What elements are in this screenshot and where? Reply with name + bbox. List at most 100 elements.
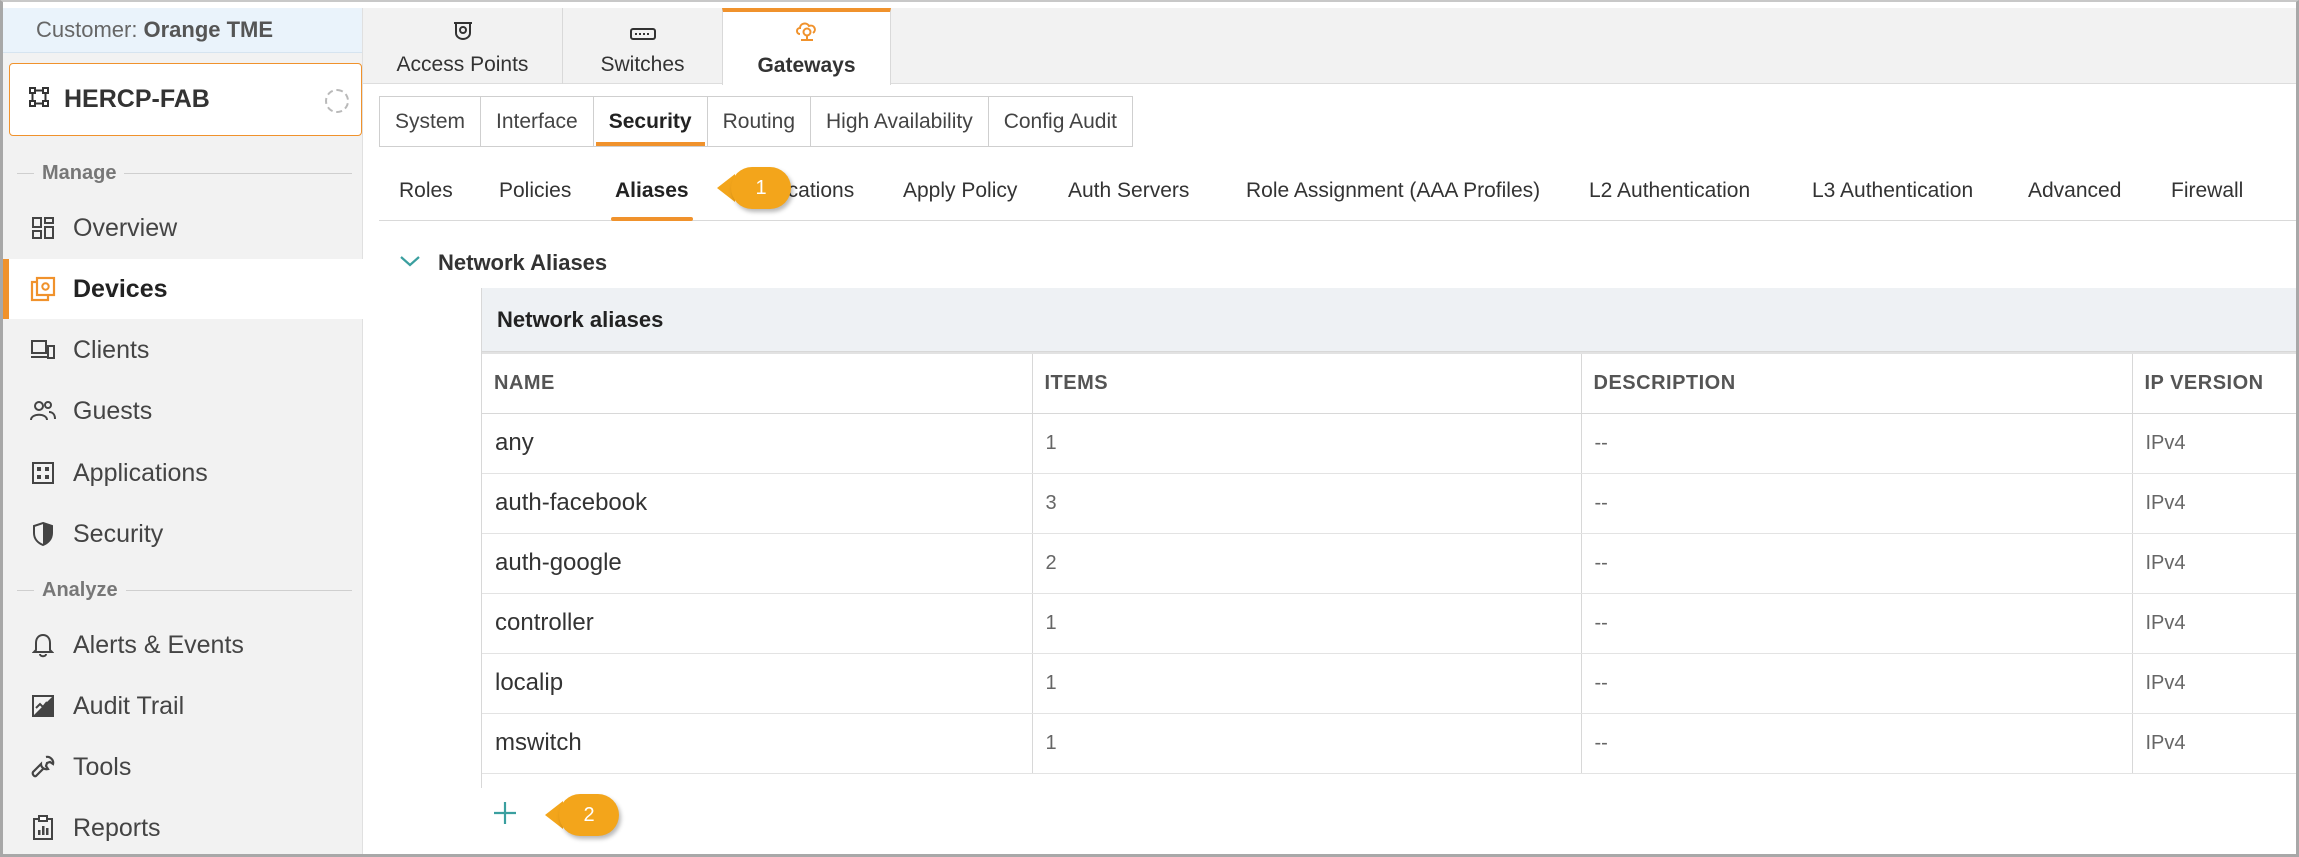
tab-roles[interactable]: Roles bbox=[399, 160, 453, 221]
cell-items: 1 bbox=[1032, 413, 1582, 474]
cell-ip-version: IPv4 bbox=[2132, 593, 2299, 654]
table-title: Network aliases bbox=[482, 288, 2299, 352]
sidebar-item-reports[interactable]: Reports bbox=[3, 798, 363, 857]
cell-name: any bbox=[482, 413, 1033, 474]
plus-icon bbox=[492, 800, 518, 831]
tab-high-availability[interactable]: High Availability bbox=[811, 97, 989, 146]
customer-name: Orange TME bbox=[143, 17, 274, 42]
cell-description: -- bbox=[1581, 653, 2133, 714]
tab-interface[interactable]: Interface bbox=[481, 97, 594, 146]
tab-role-assignment[interactable]: Role Assignment (AAA Profiles) bbox=[1246, 160, 1540, 221]
sidebar-item-applications[interactable]: Applications bbox=[3, 443, 363, 503]
site-selector[interactable]: HERCP-FAB bbox=[9, 63, 362, 136]
applications-icon bbox=[29, 459, 57, 487]
table-row[interactable]: controller 1 -- IPv4 bbox=[482, 593, 2299, 654]
site-name: HERCP-FAB bbox=[64, 85, 210, 113]
cell-items: 1 bbox=[1032, 713, 1582, 774]
cell-description: -- bbox=[1581, 533, 2133, 594]
guests-icon bbox=[29, 397, 57, 425]
cell-items: 1 bbox=[1032, 653, 1582, 714]
table-row[interactable]: localip 1 -- IPv4 bbox=[482, 653, 2299, 714]
shield-icon bbox=[29, 520, 57, 548]
add-alias-button[interactable] bbox=[490, 800, 520, 830]
sidebar: Customer: Orange TME HERCP-FAB Manage Ov… bbox=[3, 8, 363, 855]
column-header-ip-version[interactable]: IP VERSION bbox=[2132, 352, 2299, 414]
column-header-name[interactable]: NAME bbox=[482, 352, 1033, 414]
section-label: Manage bbox=[42, 161, 117, 184]
gateway-icon bbox=[794, 20, 820, 48]
sidebar-item-label: Alerts & Events bbox=[73, 630, 244, 659]
devices-icon bbox=[29, 275, 57, 303]
wrench-icon bbox=[29, 753, 57, 781]
cell-ip-version: IPv4 bbox=[2132, 713, 2299, 774]
cell-ip-version: IPv4 bbox=[2132, 653, 2299, 714]
table-row[interactable]: auth-facebook 3 -- IPv4 bbox=[482, 473, 2299, 534]
section-manage: Manage bbox=[17, 161, 352, 185]
sidebar-item-devices[interactable]: Devices bbox=[3, 259, 363, 319]
sidebar-item-guests[interactable]: Guests bbox=[3, 381, 363, 441]
callout-2: 2 bbox=[545, 794, 619, 836]
network-aliases-accordion[interactable]: Network Aliases bbox=[398, 250, 607, 276]
cell-ip-version: IPv4 bbox=[2132, 473, 2299, 534]
cell-ip-version: IPv4 bbox=[2132, 413, 2299, 474]
tab-auth-servers[interactable]: Auth Servers bbox=[1068, 160, 1189, 221]
tab-l3-authentication[interactable]: L3 Authentication bbox=[1812, 160, 1973, 221]
tab-switches[interactable]: Switches bbox=[563, 8, 723, 84]
tab-system[interactable]: System bbox=[380, 97, 482, 146]
device-type-tabs: Access Points Switches Gateways bbox=[363, 8, 2299, 85]
tab-security[interactable]: Security bbox=[594, 97, 708, 146]
callout-number: 1 bbox=[731, 167, 791, 209]
tab-firewall[interactable]: Firewall bbox=[2171, 160, 2243, 221]
tab-access-points[interactable]: Access Points bbox=[363, 8, 563, 84]
tab-config-audit[interactable]: Config Audit bbox=[989, 97, 1132, 146]
switch-icon bbox=[629, 23, 656, 47]
tab-gateways[interactable]: Gateways bbox=[722, 8, 891, 85]
sidebar-item-security[interactable]: Security bbox=[3, 504, 363, 564]
section-label: Analyze bbox=[42, 578, 118, 601]
tab-applications[interactable]: ications bbox=[783, 160, 854, 221]
site-group-icon bbox=[28, 86, 50, 113]
cell-name: mswitch bbox=[482, 713, 1033, 774]
tab-advanced[interactable]: Advanced bbox=[2028, 160, 2121, 221]
cell-description: -- bbox=[1581, 413, 2133, 474]
reports-icon bbox=[29, 814, 57, 842]
sidebar-item-label: Devices bbox=[73, 274, 168, 303]
cell-description: -- bbox=[1581, 593, 2133, 654]
sidebar-item-alerts[interactable]: Alerts & Events bbox=[3, 615, 363, 675]
tab-routing[interactable]: Routing bbox=[708, 97, 811, 146]
bell-icon bbox=[29, 631, 57, 659]
security-tabs: Roles Policies Aliases ications Apply Po… bbox=[379, 160, 2299, 221]
cell-description: -- bbox=[1581, 473, 2133, 534]
sidebar-item-label: Audit Trail bbox=[73, 691, 185, 720]
callout-number: 2 bbox=[559, 794, 619, 836]
aliases-grid: NAME ITEMS DESCRIPTION IP VERSION any 1 … bbox=[482, 352, 2299, 774]
table-row[interactable]: auth-google 2 -- IPv4 bbox=[482, 533, 2299, 594]
loading-spinner-icon bbox=[325, 89, 349, 113]
tab-label: Access Points bbox=[396, 53, 529, 76]
cell-name: auth-facebook bbox=[482, 473, 1033, 534]
column-header-items[interactable]: ITEMS bbox=[1032, 352, 1582, 414]
tab-label: Gateways bbox=[757, 54, 856, 77]
customer-header[interactable]: Customer: Orange TME bbox=[3, 8, 362, 53]
sidebar-item-overview[interactable]: Overview bbox=[3, 198, 363, 258]
sidebar-item-audit-trail[interactable]: Audit Trail bbox=[3, 676, 363, 736]
cell-items: 3 bbox=[1032, 473, 1582, 534]
tab-policies[interactable]: Policies bbox=[499, 160, 571, 221]
sidebar-item-label: Reports bbox=[73, 813, 161, 842]
cell-items: 2 bbox=[1032, 533, 1582, 594]
sidebar-item-label: Tools bbox=[73, 752, 132, 781]
tab-apply-policy[interactable]: Apply Policy bbox=[903, 160, 1017, 221]
tab-aliases[interactable]: Aliases bbox=[611, 160, 693, 221]
table-row[interactable]: any 1 -- IPv4 bbox=[482, 413, 2299, 474]
chevron-down-icon bbox=[398, 253, 422, 274]
customer-label: Customer: bbox=[36, 17, 138, 42]
cell-name: auth-google bbox=[482, 533, 1033, 594]
audit-icon bbox=[29, 692, 57, 720]
sidebar-item-tools[interactable]: Tools bbox=[3, 737, 363, 797]
column-header-description[interactable]: DESCRIPTION bbox=[1581, 352, 2133, 414]
cell-description: -- bbox=[1581, 713, 2133, 774]
sidebar-item-label: Security bbox=[73, 519, 164, 548]
sidebar-item-clients[interactable]: Clients bbox=[3, 320, 363, 380]
table-row[interactable]: mswitch 1 -- IPv4 bbox=[482, 713, 2299, 774]
tab-l2-authentication[interactable]: L2 Authentication bbox=[1589, 160, 1750, 221]
